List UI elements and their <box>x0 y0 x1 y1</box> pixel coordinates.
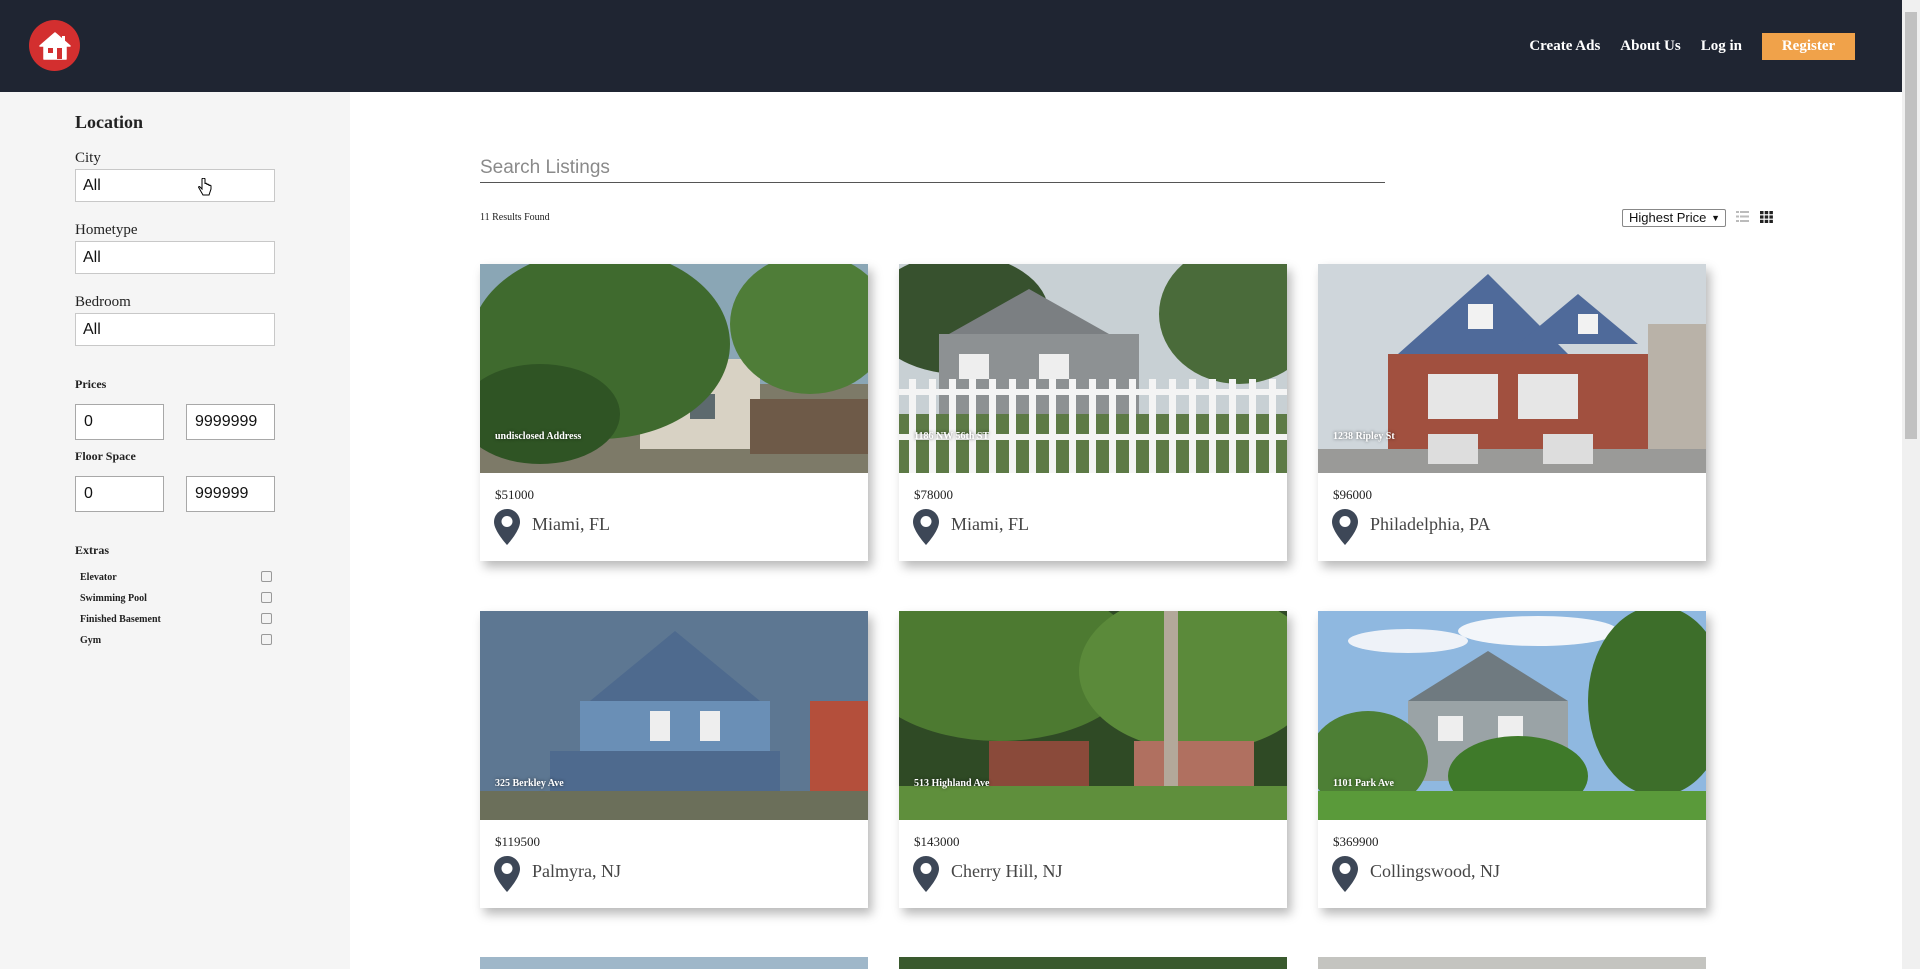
listing-address: 1101 Park Ave <box>1333 778 1394 789</box>
listing-card[interactable]: 1101 Park Ave $369900 Collingswood, NJ <box>1318 611 1706 908</box>
main-nav: Create Ads About Us Log in Register <box>1509 33 1855 60</box>
listing-price: $143000 <box>914 834 960 849</box>
listing-card-partial[interactable] <box>899 957 1287 969</box>
bedroom-label: Bedroom <box>75 294 131 310</box>
max-floor-space-input[interactable]: 999999 <box>186 476 275 512</box>
listing-address: 1238 Ripley St <box>1333 431 1395 442</box>
grid-view-icon[interactable] <box>1760 211 1773 223</box>
listing-address: 1186 NW 56th ST <box>914 431 990 442</box>
top-navbar: Create Ads About Us Log in Register <box>0 0 1902 92</box>
swimming-pool-checkbox[interactable] <box>261 592 272 603</box>
about-us-link[interactable]: About Us <box>1620 38 1680 55</box>
hometype-select[interactable]: All <box>75 241 275 274</box>
listing-city: Collingswood, NJ <box>1370 861 1501 881</box>
listing-price: $369900 <box>1333 834 1379 849</box>
extra-swimming-pool: Swimming Pool <box>80 592 272 606</box>
sort-select[interactable]: Highest Price ▼ <box>1622 209 1726 227</box>
floor-space-label: Floor Space <box>75 449 136 463</box>
map-pin-icon <box>494 509 520 545</box>
register-button[interactable]: Register <box>1762 33 1855 60</box>
city-label: City <box>75 150 101 166</box>
home-icon <box>38 31 71 60</box>
min-price-input[interactable]: 0 <box>75 404 164 440</box>
city-select[interactable]: All <box>75 169 275 202</box>
listing-card-partial[interactable] <box>1318 957 1706 969</box>
finished-basement-checkbox[interactable] <box>261 613 272 624</box>
extra-label: Finished Basement <box>80 614 161 625</box>
listing-price: $51000 <box>495 487 534 502</box>
listing-city: Palmyra, NJ <box>532 861 621 881</box>
map-pin-icon <box>913 856 939 892</box>
sort-value: Highest Price <box>1629 210 1707 225</box>
list-view-icon[interactable] <box>1736 211 1749 222</box>
max-price-input[interactable]: 9999999 <box>186 404 275 440</box>
search-bar[interactable]: Search Listings <box>480 154 1385 183</box>
extra-label: Elevator <box>80 572 117 583</box>
listing-address: 325 Berkley Ave <box>495 778 564 789</box>
listing-card[interactable]: 1238 Ripley St $96000 Philadelphia, PA <box>1318 264 1706 561</box>
listing-address: 513 Highland Ave <box>914 778 990 789</box>
listing-price: $96000 <box>1333 487 1372 502</box>
listing-card[interactable]: undisclosed Address $51000 Miami, FL <box>480 264 868 561</box>
home-logo[interactable] <box>29 20 80 71</box>
extra-label: Gym <box>80 635 102 646</box>
extras-label: Extras <box>75 543 109 557</box>
listing-card[interactable]: 513 Highland Ave $143000 Cherry Hill, NJ <box>899 611 1287 908</box>
listing-city: Miami, FL <box>532 514 611 534</box>
listing-price: $119500 <box>495 834 541 849</box>
listing-city: Cherry Hill, NJ <box>951 861 1063 881</box>
bedroom-select[interactable]: All <box>75 313 275 346</box>
location-heading: Location <box>75 112 144 132</box>
scrollbar-thumb[interactable] <box>1905 12 1917 439</box>
listing-address: undisclosed Address <box>495 431 582 442</box>
extra-elevator: Elevator <box>80 571 272 585</box>
hometype-label: Hometype <box>75 222 138 238</box>
map-pin-icon <box>494 856 520 892</box>
extra-label: Swimming Pool <box>80 593 147 604</box>
map-pin-icon <box>1332 856 1358 892</box>
listing-price: $78000 <box>914 487 953 502</box>
gym-checkbox[interactable] <box>261 634 272 645</box>
results-count: 11 Results Found <box>480 212 550 223</box>
min-floor-space-input[interactable]: 0 <box>75 476 164 512</box>
log-in-link[interactable]: Log in <box>1701 38 1742 55</box>
elevator-checkbox[interactable] <box>261 571 272 582</box>
listing-city: Miami, FL <box>951 514 1030 534</box>
page-scrollbar[interactable] <box>1902 0 1920 969</box>
listing-card-partial[interactable] <box>480 957 868 969</box>
extra-finished-basement: Finished Basement <box>80 613 272 627</box>
search-input[interactable]: Search Listings <box>480 157 610 179</box>
map-pin-icon <box>1332 509 1358 545</box>
chevron-down-icon: ▼ <box>1711 213 1720 223</box>
extra-gym: Gym <box>80 634 272 648</box>
prices-label: Prices <box>75 377 107 391</box>
listing-card[interactable]: 325 Berkley Ave $119500 Palmyra, NJ <box>480 611 868 908</box>
filter-sidebar: Location City All Hometype All Bedroom A… <box>0 92 350 969</box>
listing-card[interactable]: 1186 NW 56th ST $78000 Miami, FL <box>899 264 1287 561</box>
create-ads-link[interactable]: Create Ads <box>1529 38 1600 55</box>
listing-city: Philadelphia, PA <box>1370 514 1491 534</box>
hand-cursor-icon <box>198 178 212 196</box>
map-pin-icon <box>913 509 939 545</box>
